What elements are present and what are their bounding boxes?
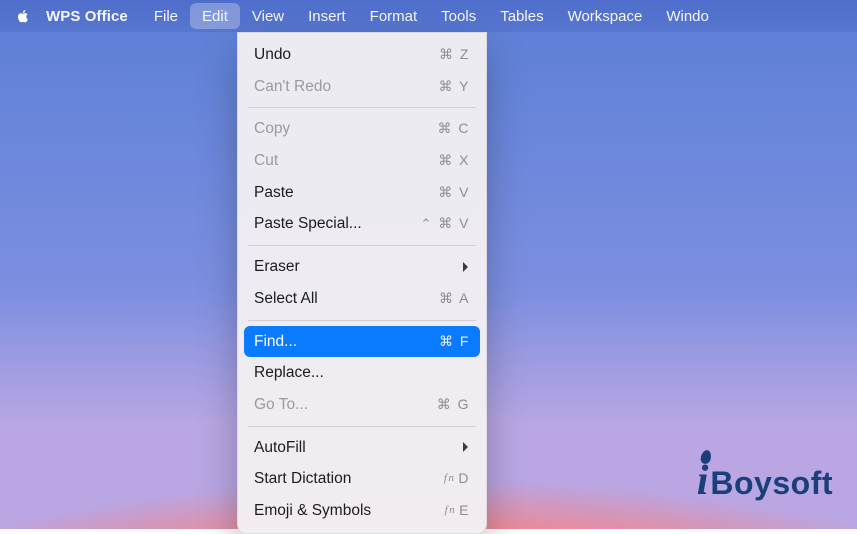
menu-item-label: Emoji & Symbols: [254, 500, 371, 522]
menu-item-label: Eraser: [254, 256, 300, 278]
menu-item-label: AutoFill: [254, 437, 306, 459]
menu-item-autofill[interactable]: AutoFill: [244, 432, 480, 464]
watermark-iboysoft: i Boysoft: [697, 457, 833, 505]
menu-item-label: Undo: [254, 44, 291, 66]
menu-window[interactable]: Windo: [654, 3, 721, 29]
menu-item-label: Select All: [254, 288, 318, 310]
menu-item-start-dictation[interactable]: Start Dictation fnD: [244, 463, 480, 495]
menu-workspace[interactable]: Workspace: [556, 3, 655, 29]
watermark-text: Boysoft: [710, 465, 833, 502]
shortcut: ⌃ ⌘ V: [420, 214, 470, 234]
menu-separator: [248, 426, 476, 427]
menu-item-cut: Cut ⌘ X: [244, 145, 480, 177]
menu-item-label: Cut: [254, 150, 278, 172]
menubar-menus: File Edit View Insert Format Tools Table…: [142, 0, 721, 32]
menu-item-label: Go To...: [254, 394, 308, 416]
menu-edit[interactable]: Edit: [190, 3, 240, 29]
shortcut: ⌘ V: [438, 183, 470, 203]
menu-file[interactable]: File: [142, 3, 190, 29]
menu-item-go-to: Go To... ⌘ G: [244, 389, 480, 421]
app-name[interactable]: WPS Office: [46, 8, 128, 25]
shortcut: ⌘ Z: [439, 45, 470, 65]
menu-item-label: Start Dictation: [254, 468, 351, 490]
shortcut: ⌘ Y: [439, 77, 470, 97]
apple-logo-icon[interactable]: [14, 7, 32, 25]
menu-item-label: Find...: [254, 331, 297, 353]
menu-item-label: Paste Special...: [254, 213, 362, 235]
shortcut: fnD: [444, 469, 470, 489]
menu-tables[interactable]: Tables: [488, 3, 555, 29]
menu-view[interactable]: View: [240, 3, 296, 29]
menu-item-paste[interactable]: Paste ⌘ V: [244, 177, 480, 209]
menu-item-label: Paste: [254, 182, 294, 204]
menu-item-replace[interactable]: Replace...: [244, 357, 480, 389]
shortcut: ⌘ X: [438, 151, 470, 171]
edit-menu-dropdown: Undo ⌘ Z Can't Redo ⌘ Y Copy ⌘ C Cut ⌘ X…: [237, 32, 487, 534]
menu-item-paste-special[interactable]: Paste Special... ⌃ ⌘ V: [244, 208, 480, 240]
shortcut: ⌘ F: [439, 332, 470, 352]
menu-format[interactable]: Format: [358, 3, 430, 29]
menu-separator: [248, 245, 476, 246]
menu-item-emoji-symbols[interactable]: Emoji & Symbols fnE: [244, 495, 480, 527]
chevron-right-icon: [462, 261, 470, 273]
menu-item-select-all[interactable]: Select All ⌘ A: [244, 283, 480, 315]
menu-item-copy: Copy ⌘ C: [244, 113, 480, 145]
menu-separator: [248, 320, 476, 321]
menu-item-eraser[interactable]: Eraser: [244, 251, 480, 283]
shortcut: fnE: [445, 501, 470, 521]
shortcut: ⌘ G: [437, 395, 470, 415]
menu-item-cant-redo: Can't Redo ⌘ Y: [244, 71, 480, 103]
menubar: WPS Office File Edit View Insert Format …: [0, 0, 857, 32]
menu-tools[interactable]: Tools: [429, 3, 488, 29]
shortcut: ⌘ A: [439, 289, 470, 309]
menu-item-label: Can't Redo: [254, 76, 331, 98]
menu-item-find[interactable]: Find... ⌘ F: [244, 326, 480, 358]
menu-insert[interactable]: Insert: [296, 3, 358, 29]
menu-separator: [248, 107, 476, 108]
chevron-right-icon: [462, 441, 470, 453]
watermark-i: i: [697, 457, 709, 505]
shortcut: ⌘ C: [438, 119, 471, 139]
menu-item-label: Replace...: [254, 362, 324, 384]
menu-item-label: Copy: [254, 118, 290, 140]
menu-item-undo[interactable]: Undo ⌘ Z: [244, 39, 480, 71]
